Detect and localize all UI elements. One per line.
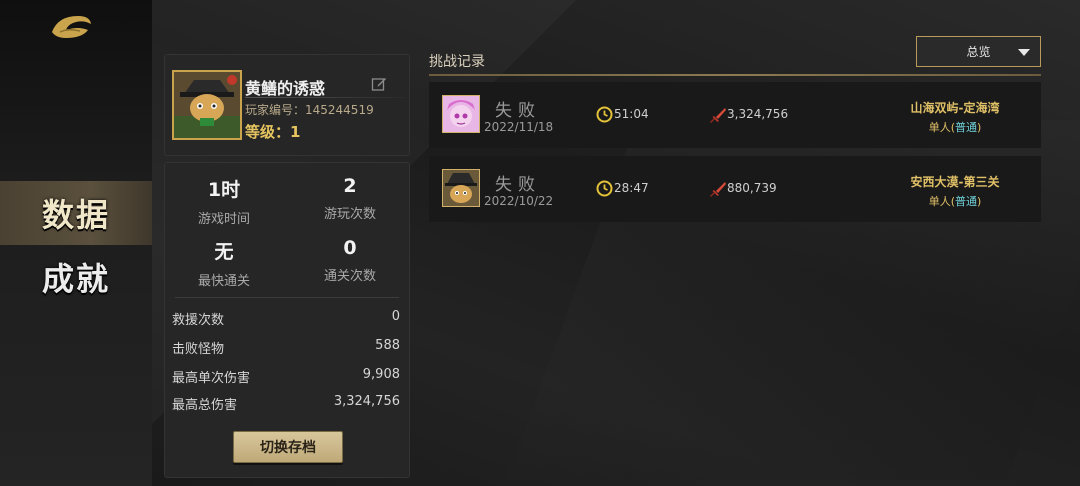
- mode-suffix: ): [977, 121, 982, 134]
- sidebar-item-achievements[interactable]: 成就: [0, 245, 152, 309]
- record-row[interactable]: 失败 2022/11/18 51:04 3,324,756 山海双屿-定海湾 单…: [429, 82, 1041, 148]
- detail-row-max-total-damage: 最高总伤害 3,324,756: [172, 394, 400, 413]
- detail-label: 救援次数: [172, 313, 225, 328]
- stats-divider: [175, 297, 399, 298]
- stage-name: 安西大漠-第三关: [910, 175, 1000, 189]
- record-stage: 安西大漠-第三关 单人(普通): [885, 173, 1025, 209]
- stage-mode: 单人(普通): [885, 119, 1025, 135]
- stat-label: 游戏时间: [197, 212, 250, 227]
- sidebar-item-data[interactable]: 数据: [0, 181, 152, 245]
- detail-value: 0: [391, 309, 400, 324]
- stat-value: 1时: [207, 179, 241, 201]
- record-damage: 880,739: [727, 181, 777, 195]
- player-avatar[interactable]: [172, 70, 242, 140]
- name-underline: [245, 97, 405, 98]
- detail-value: 9,908: [362, 367, 400, 382]
- stat-play-time: 1时 游戏时间: [165, 175, 283, 227]
- stage-mode: 单人(普通): [885, 193, 1025, 209]
- detail-row-monsters: 击败怪物 588: [172, 338, 400, 357]
- filter-dropdown[interactable]: 总览: [916, 36, 1041, 67]
- cat-hero-avatar: [442, 169, 480, 207]
- detail-row-rescues: 救援次数 0: [172, 309, 400, 328]
- detail-label: 最高总伤害: [172, 398, 238, 413]
- mode-suffix: ): [977, 195, 982, 208]
- stat-value: 0: [343, 237, 357, 259]
- clock-icon: [596, 106, 613, 123]
- player-level: 等级：1: [245, 123, 301, 141]
- player-name: 黄鳝的诱惑: [245, 79, 326, 98]
- detail-label: 击败怪物: [172, 342, 225, 357]
- mode-prefix: 单人(: [928, 195, 955, 208]
- detail-label: 最高单次伤害: [172, 371, 251, 386]
- edit-icon[interactable]: [371, 76, 387, 92]
- switch-save-button[interactable]: 切换存档: [233, 431, 343, 463]
- stage-name: 山海双屿-定海湾: [910, 101, 1000, 115]
- detail-value: 588: [375, 338, 400, 353]
- stats-card: 1时 游戏时间 2 游玩次数 无 最快通关 0 通关次数 救援次数 0 击败怪物…: [164, 162, 410, 478]
- record-row[interactable]: 失败 2022/10/22 28:47 880,739 安西大漠-第三关 单人(…: [429, 156, 1041, 222]
- stat-play-count: 2 游玩次数: [291, 175, 409, 222]
- record-stage: 山海双屿-定海湾 单人(普通): [885, 99, 1025, 135]
- cat-hero-portrait-icon: [443, 170, 479, 206]
- sword-icon: [710, 108, 726, 123]
- record-result: 失败: [495, 175, 541, 195]
- profile-card: 黄鳝的诱惑 玩家编号：145244519 等级：1: [164, 54, 410, 156]
- stat-label: 游玩次数: [323, 207, 376, 222]
- game-logo-icon: [52, 16, 91, 38]
- chevron-down-icon: [1018, 49, 1030, 56]
- stat-label: 通关次数: [323, 269, 376, 284]
- record-duration: 28:47: [614, 181, 649, 195]
- record-duration: 51:04: [614, 107, 649, 121]
- sword-icon: [710, 182, 726, 197]
- detail-row-max-single-damage: 最高单次伤害 9,908: [172, 367, 400, 386]
- player-id: 玩家编号：145244519: [245, 103, 374, 117]
- record-damage: 3,324,756: [727, 107, 789, 121]
- stat-clear-count: 0 通关次数: [291, 237, 409, 284]
- difficulty-label: 普通: [955, 121, 977, 134]
- records-title: 挑战记录: [429, 54, 485, 70]
- clock-icon: [596, 180, 613, 197]
- sidebar: 数据 成就: [0, 0, 152, 486]
- stat-fastest-clear: 无 最快通关: [165, 237, 283, 289]
- record-date: 2022/11/18: [484, 120, 554, 134]
- stat-value: 2: [343, 175, 357, 197]
- pink-hero-avatar: [442, 95, 480, 133]
- cat-hero-portrait-icon: [174, 72, 240, 138]
- stat-label: 最快通关: [197, 274, 250, 289]
- stat-value: 无: [214, 241, 234, 263]
- mode-prefix: 单人(: [928, 121, 955, 134]
- record-result: 失败: [495, 101, 541, 121]
- record-date: 2022/10/22: [484, 194, 554, 208]
- detail-value: 3,324,756: [333, 394, 400, 409]
- difficulty-label: 普通: [955, 195, 977, 208]
- pink-hero-portrait-icon: [443, 96, 479, 132]
- filter-selected-value: 总览: [966, 45, 991, 59]
- records-title-underline: [429, 74, 1041, 76]
